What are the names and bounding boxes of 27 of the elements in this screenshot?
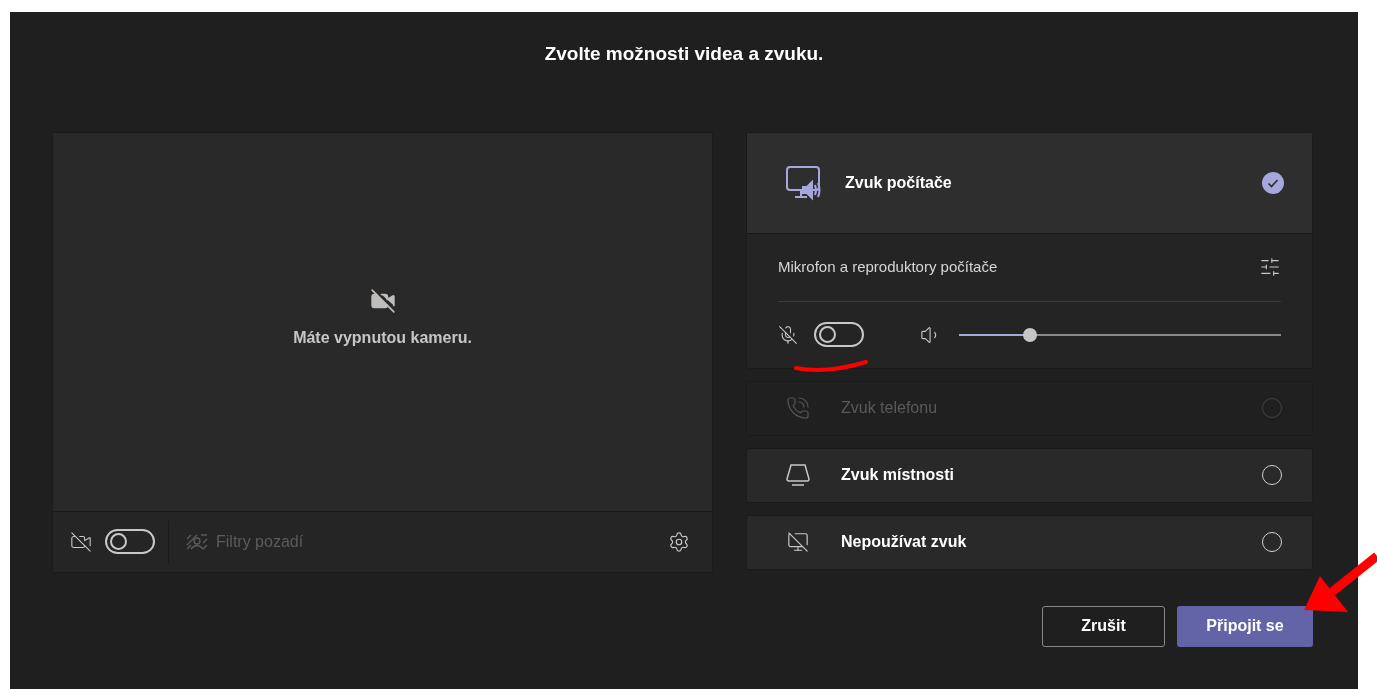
room-device-icon xyxy=(785,463,811,487)
mic-off-icon[interactable] xyxy=(778,324,798,345)
audio-option[interactable]: Nepoužívat zvuk xyxy=(746,514,1313,570)
phone-icon xyxy=(786,396,810,420)
join-button[interactable]: Připojit se xyxy=(1177,605,1313,647)
audio-option[interactable]: Zvuk místnosti xyxy=(746,447,1313,503)
radio-checked[interactable] xyxy=(1262,171,1284,194)
toggle-switch[interactable] xyxy=(105,529,155,554)
camera-off-message: Máte vypnutou kameru. xyxy=(293,327,472,348)
monitor-speaker-icon xyxy=(785,164,823,201)
device-settings-icon[interactable] xyxy=(1259,256,1281,278)
monitor-off-icon xyxy=(787,531,809,553)
camera-off-icon[interactable] xyxy=(70,530,92,553)
option-label: Nepoužívat zvuk xyxy=(841,532,967,552)
dialog-title: Zvolte možnosti videa a zvuku. xyxy=(543,42,825,66)
option-label: Zvuk místnosti xyxy=(841,465,954,485)
volume-slider[interactable] xyxy=(959,327,1281,342)
device-label: Mikrofon a reproduktory počítače xyxy=(778,256,998,277)
camera-off-icon xyxy=(369,287,396,314)
option-label: Zvuk počítače xyxy=(845,172,952,193)
slider-thumb[interactable] xyxy=(1022,327,1037,342)
toggle-switch[interactable] xyxy=(814,322,864,347)
option-label: Zvuk telefonu xyxy=(841,398,938,418)
settings-icon[interactable] xyxy=(668,530,690,553)
cancel-button[interactable]: Zrušit xyxy=(1042,605,1165,647)
option-header[interactable]: Zvuk počítače xyxy=(747,132,1312,233)
background-filter-icon xyxy=(186,533,208,550)
